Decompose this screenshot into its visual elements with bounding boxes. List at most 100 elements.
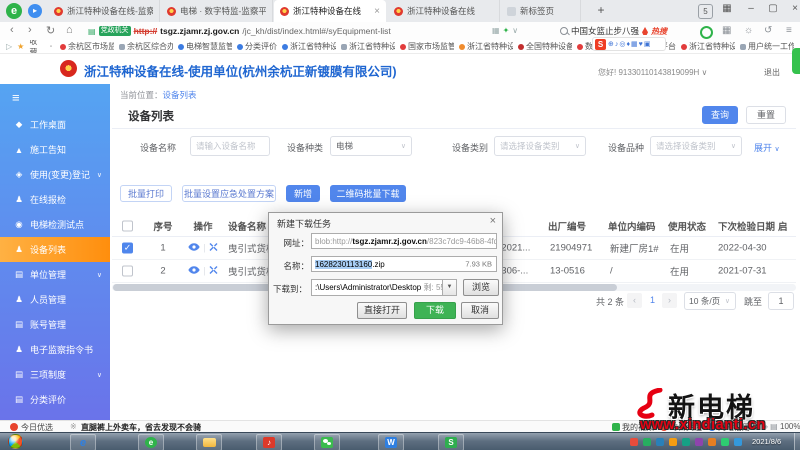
view-eye-icon[interactable]	[188, 243, 200, 252]
bookmark-item[interactable]: 余杭区综合办公	[119, 41, 173, 52]
tray-icon[interactable]	[682, 438, 690, 446]
sidebar-collapse-icon[interactable]: ≡	[12, 90, 20, 105]
star-icon[interactable]: ★	[17, 42, 24, 51]
taskbar-music-icon[interactable]: ♪	[256, 434, 282, 450]
sidebar-item-registration[interactable]: ◈ 使用(变更)登记 ∨	[0, 162, 110, 187]
side-panel-handle[interactable]	[792, 48, 800, 74]
bookmark-item[interactable]: 浙江省特种设备	[341, 41, 395, 52]
tools-icon[interactable]	[209, 266, 218, 275]
tray-icon[interactable]	[669, 438, 677, 446]
qr-batch-download-button[interactable]: 二维码批量下载	[330, 185, 406, 202]
jump-page-input[interactable]	[768, 292, 794, 310]
sidebar-item-device-list[interactable]: ♟ 设备列表	[0, 237, 110, 262]
sidebar-item-account[interactable]: ▤ 账号管理	[0, 312, 110, 337]
apps-grid-icon[interactable]: ▦	[722, 25, 731, 36]
bookmark-item[interactable]: 浙江省特种设备	[282, 41, 336, 52]
sidebar-item-elevator-test[interactable]: ◉ 电梯检测试点	[0, 212, 110, 237]
device-kind-select[interactable]: 电梯 ∨	[330, 136, 412, 156]
account-greeting[interactable]: 您好! 91330110143819099H ∨	[598, 67, 707, 78]
tray-icon[interactable]	[695, 438, 703, 446]
browser-tab-active[interactable]: 浙江特种设备在线 ×	[274, 0, 386, 22]
download-name-field[interactable]: 1628230113160 .zip 7.93 KB	[311, 256, 497, 272]
add-button[interactable]: 新增	[286, 185, 320, 202]
logout-button[interactable]: 退出	[764, 67, 780, 78]
breadcrumb-current[interactable]: 设备列表	[163, 90, 197, 100]
sidebar-item-evaluation[interactable]: ▤ 分类评价	[0, 387, 110, 412]
row-checkbox[interactable]	[122, 265, 133, 276]
view-eye-icon[interactable]	[188, 266, 200, 275]
search-input[interactable]: 中国女篮止步八强 热搜	[560, 24, 667, 38]
bookmark-item[interactable]: 全国特种设备公	[518, 41, 572, 52]
bookmark-item[interactable]: 浙江省特种设备	[681, 41, 735, 52]
proxy-status-icon[interactable]	[700, 26, 713, 39]
batch-print-button[interactable]: 批量打印	[120, 185, 172, 202]
cancel-button[interactable]: 取消	[461, 302, 499, 319]
bookmark-item[interactable]: 分类评价	[237, 41, 277, 52]
start-button[interactable]	[8, 434, 23, 449]
taskbar-folder-icon[interactable]	[196, 434, 222, 450]
taskbar-clock[interactable]: 2021/8/6	[752, 437, 781, 446]
sidebar-item-unit[interactable]: ▤ 单位管理 ∨	[0, 262, 110, 287]
taskbar-browser-icon[interactable]: e	[138, 434, 164, 450]
page-size-select[interactable]: 10 条/页 ∨	[684, 292, 736, 310]
tray-icon[interactable]	[643, 438, 651, 446]
open-directly-button[interactable]: 直接打开	[357, 302, 407, 319]
tray-icon[interactable]	[734, 438, 742, 446]
close-window-button[interactable]: ×	[786, 3, 800, 14]
url-extra-icons[interactable]: ▦✦∨	[492, 26, 521, 35]
tab-count-badge[interactable]: 5	[698, 4, 713, 19]
sidebar-item-directive[interactable]: ♟ 电子监察指令书	[0, 337, 110, 362]
expand-filters-link[interactable]: 展开 ∨	[754, 141, 780, 154]
browse-button[interactable]: 浏览	[463, 279, 499, 296]
query-button[interactable]: 查询	[702, 106, 738, 124]
back-icon[interactable]: ‹	[10, 24, 14, 36]
assistant-icon[interactable]: ▸	[28, 4, 42, 18]
sidebar-item-people[interactable]: ♟ 人员管理	[0, 287, 110, 312]
device-category-select[interactable]: 请选择设备类别 ∨	[494, 136, 586, 156]
bookmark-item[interactable]: 电梯智慧监管平	[178, 41, 232, 52]
taskbar-s-app-icon[interactable]: S	[438, 434, 464, 450]
dialog-close-icon[interactable]: ×	[490, 215, 496, 227]
browser-tab-1[interactable]: 浙江特种设备在线-监察版 - 制	[48, 0, 160, 22]
tab-close-icon[interactable]: ×	[374, 6, 380, 17]
batch-plan-button[interactable]: 批量设置应急处置方案	[182, 185, 276, 202]
refresh-icon[interactable]: ↻	[46, 24, 55, 37]
taskbar-wps-icon[interactable]: W	[378, 434, 404, 450]
fav-label[interactable]: 收藏	[29, 40, 42, 53]
download-button[interactable]: 下载	[414, 302, 456, 319]
status-misc-icons[interactable]: ▦ ◈ ▤	[752, 422, 778, 431]
tray-icon[interactable]	[721, 438, 729, 446]
show-desktop-button[interactable]	[794, 433, 800, 450]
undo-icon[interactable]: ↺	[764, 25, 772, 36]
new-tab-button[interactable]: +	[592, 3, 610, 17]
tray-icon[interactable]	[708, 438, 716, 446]
browser-tab-newpage[interactable]: 新标签页	[501, 0, 581, 22]
device-variety-select[interactable]: 请选择设备类别 ∨	[650, 136, 742, 156]
sidebar-item-inspection[interactable]: ♟ 在线报检	[0, 187, 110, 212]
browser-logo-icon[interactable]: e	[6, 3, 22, 19]
prev-page-button[interactable]: ‹	[627, 293, 642, 308]
maximize-button[interactable]: ▢	[764, 3, 782, 14]
current-page[interactable]: 1	[650, 295, 655, 305]
bookmark-item[interactable]: 余杭区市场监管	[60, 41, 114, 52]
minimize-button[interactable]: –	[742, 3, 760, 14]
settings-gear-icon[interactable]: ☼	[744, 25, 753, 36]
download-path-field[interactable]: :\Users\Administrator\Desktop 剩: 55.52 G…	[311, 279, 443, 296]
browser-tab-2[interactable]: 电梯 · 数字特监-监察平台	[161, 0, 273, 22]
browser-tab-4[interactable]: 浙江特种设备在线	[388, 0, 500, 22]
panel-icon[interactable]: ▦	[718, 3, 736, 14]
next-page-button[interactable]: ›	[662, 293, 677, 308]
forward-icon[interactable]: ›	[28, 24, 32, 36]
row-checkbox-checked[interactable]: ✓	[122, 242, 133, 253]
bookmarks-expand-icon[interactable]: ▷	[6, 42, 12, 51]
bookmark-item[interactable]: 国家市场监管	[400, 41, 454, 52]
taskbar-ie-icon[interactable]: e	[70, 434, 96, 450]
select-all-checkbox[interactable]	[122, 220, 133, 231]
sidebar-item-construction[interactable]: ▲ 施工告知	[0, 137, 110, 162]
tray-icon[interactable]	[630, 438, 638, 446]
tray-icon[interactable]	[656, 438, 664, 446]
device-name-input[interactable]	[190, 136, 270, 156]
zoom-level[interactable]: 100%	[780, 422, 800, 431]
tools-icon[interactable]	[209, 243, 218, 252]
bookmark-item[interactable]: 用户统一工作平	[740, 41, 794, 52]
